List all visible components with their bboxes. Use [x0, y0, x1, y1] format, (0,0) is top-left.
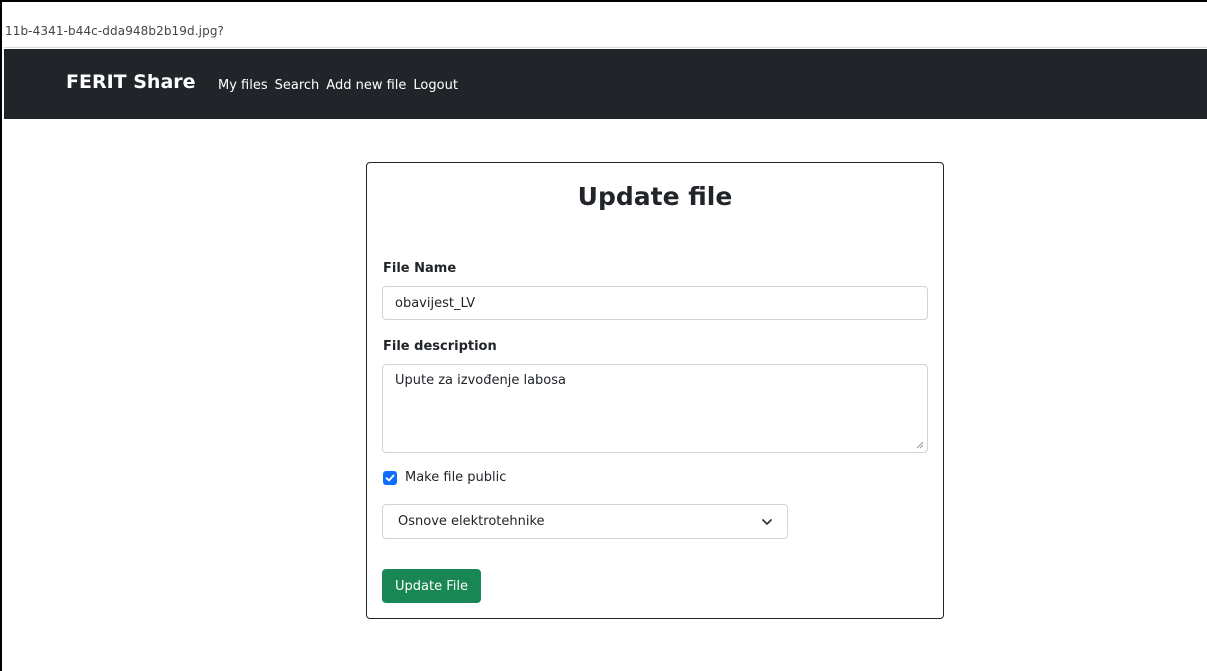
window-frame: 11b-4341-b44c-dda948b2b19d.jpg? FERIT Sh…: [0, 0, 1207, 671]
address-bar-url: 11b-4341-b44c-dda948b2b19d.jpg?: [5, 24, 225, 38]
checkmark-icon: [385, 474, 395, 481]
navbar: FERIT Share My files Search Add new file…: [4, 49, 1207, 119]
file-description-textarea[interactable]: Upute za izvođenje labosa: [382, 364, 928, 453]
nav-link-add-new-file[interactable]: Add new file: [326, 78, 406, 93]
brand-logo[interactable]: FERIT Share: [66, 71, 196, 93]
subject-select[interactable]: Osnove elektrotehnike: [382, 504, 788, 539]
public-checkbox-row[interactable]: Make file public: [383, 470, 506, 485]
update-file-button[interactable]: Update File: [382, 569, 481, 603]
chevron-down-icon: [762, 519, 772, 525]
public-checkbox[interactable]: [383, 470, 397, 485]
file-description-text: Upute za izvođenje labosa: [395, 373, 566, 388]
update-file-card: Update file File Name File description U…: [366, 162, 944, 619]
nav-link-logout[interactable]: Logout: [413, 78, 458, 93]
public-checkbox-label: Make file public: [405, 470, 507, 485]
nav-link-my-files[interactable]: My files: [218, 78, 268, 93]
file-name-label: File Name: [383, 261, 457, 276]
nav-link-search[interactable]: Search: [275, 78, 320, 93]
page-title: Update file: [577, 182, 733, 211]
resize-grip-icon[interactable]: [916, 441, 924, 449]
file-name-input[interactable]: [382, 286, 928, 320]
nav-links: My files Search Add new file Logout: [218, 78, 458, 93]
subject-select-value: Osnove elektrotehnike: [398, 514, 545, 529]
file-description-label: File description: [383, 339, 497, 354]
